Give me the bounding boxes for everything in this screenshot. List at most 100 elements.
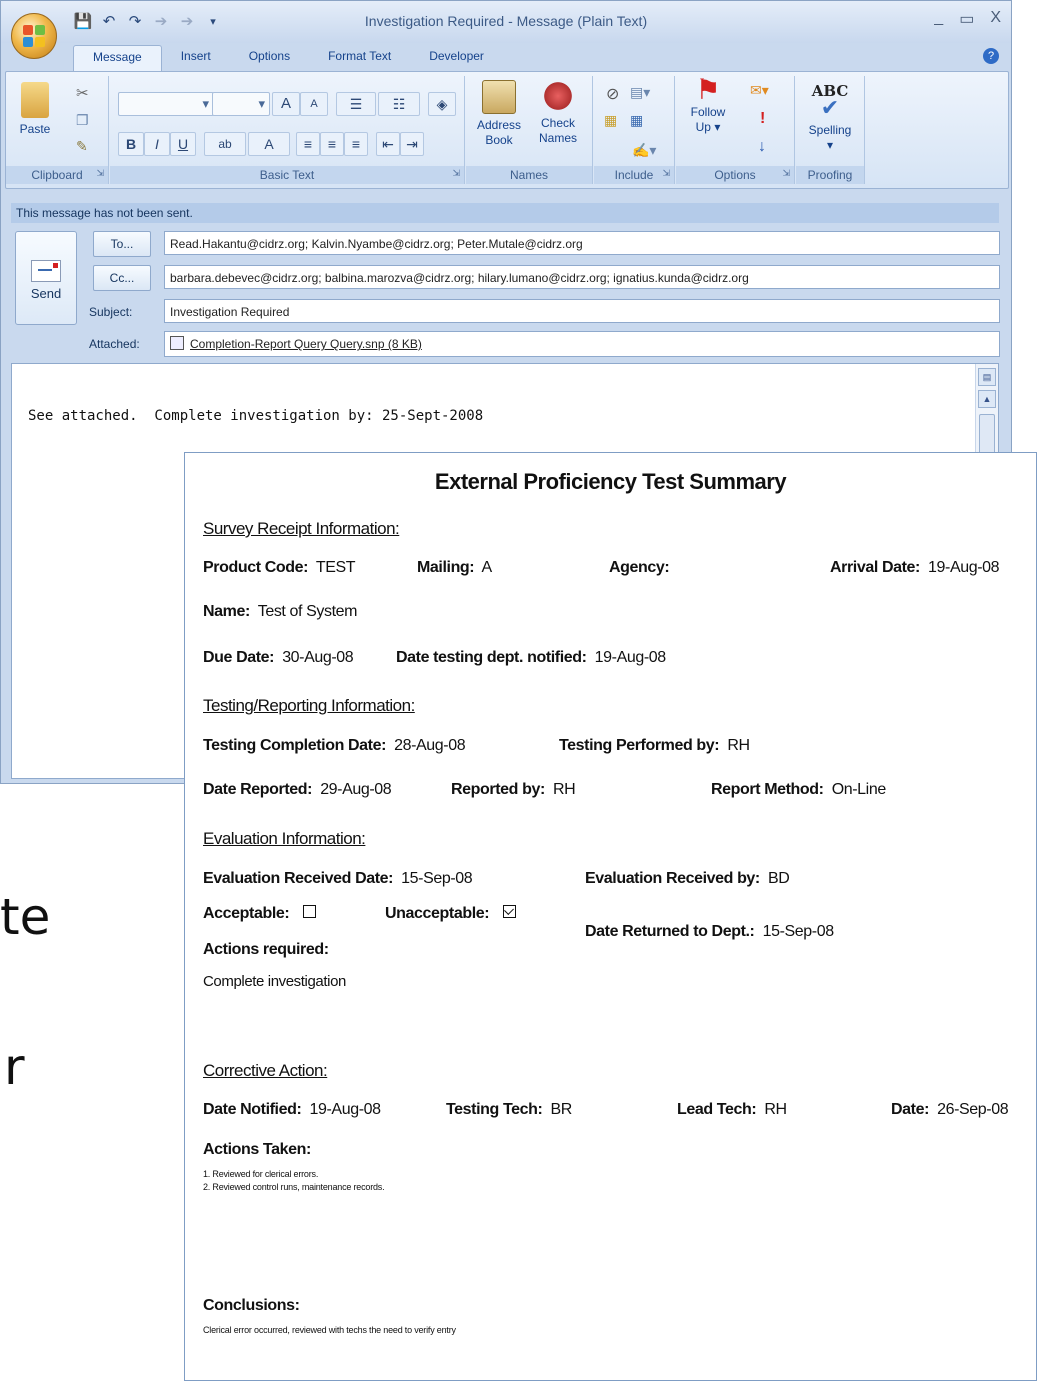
tab-format-text[interactable]: Format Text xyxy=(309,45,410,71)
ruler-toggle-icon[interactable]: ▤ xyxy=(978,368,996,386)
due-date-row: Due Date: 30-Aug-08 xyxy=(203,649,354,666)
tab-developer[interactable]: Developer xyxy=(410,45,503,71)
attach-file-icon[interactable]: ⊘ xyxy=(606,84,619,104)
highlight-button[interactable]: ab xyxy=(204,132,246,156)
window-controls: _ ▭ X xyxy=(934,9,1001,29)
font-name-box[interactable]: ▾ xyxy=(118,92,214,116)
cc-field[interactable]: barbara.debevec@cidrz.org; balbina.maroz… xyxy=(164,265,1000,289)
check-names-button[interactable]: Check Names xyxy=(530,80,586,146)
eval-by-row: Evaluation Received by: BD xyxy=(585,870,790,887)
dialog-launcher-icon[interactable]: ⇲ xyxy=(96,164,104,182)
subject-field[interactable]: Investigation Required xyxy=(164,299,1000,323)
attached-label: Attached: xyxy=(89,337,140,351)
align-right-icon[interactable]: ≡ xyxy=(344,132,368,156)
decrease-indent-icon[interactable]: ⇤ xyxy=(376,132,400,156)
subject-label: Subject: xyxy=(89,305,133,319)
low-importance-icon[interactable]: ↓ xyxy=(758,138,766,156)
font-color-button[interactable]: A xyxy=(248,132,290,156)
name-row: Name: Test of System xyxy=(203,603,358,620)
address-book-button[interactable]: Address Book xyxy=(472,80,526,148)
follow-up-flag-icon: ⚑ xyxy=(695,74,721,105)
names-group-label: Names xyxy=(466,166,592,184)
method-row: Report Method: On-Line xyxy=(711,781,886,798)
performed-row: Testing Performed by: RH xyxy=(559,737,750,754)
high-importance-icon[interactable]: ! xyxy=(760,110,765,128)
calendar-icon[interactable]: ▦ xyxy=(630,112,643,129)
attachment-link[interactable]: Completion-Report Query Query.snp (8 KB) xyxy=(190,337,422,351)
reported-by-row: Reported by: RH xyxy=(451,781,576,798)
bold-button[interactable]: B xyxy=(118,132,144,156)
ribbon: Paste ✂ ❐ ✎ Clipboard ⇲ ▾ ▾ A A ☰ ☷ ◈ B I… xyxy=(5,71,1009,189)
proofing-group-label: Proofing xyxy=(796,166,864,184)
names-group: Address Book Check Names Names xyxy=(466,76,593,184)
spelling-button[interactable]: ABC ✔ Spelling ▾ xyxy=(800,80,860,153)
format-painter-icon[interactable]: ✎ xyxy=(76,138,88,155)
info-bar: This message has not been sent. xyxy=(11,203,999,223)
scroll-up-icon[interactable]: ▲ xyxy=(978,390,996,408)
tab-insert[interactable]: Insert xyxy=(162,45,230,71)
minimize-button[interactable]: _ xyxy=(934,9,943,29)
categorize-icon[interactable]: ✉▾ xyxy=(750,82,769,99)
grow-font-button[interactable]: A xyxy=(272,92,300,116)
lead-tech-row: Lead Tech: RH xyxy=(677,1101,787,1118)
bullets-icon[interactable]: ☰ xyxy=(336,92,376,116)
basic-text-group: ▾ ▾ A A ☰ ☷ ◈ B I U ab A ≡ ≡ ≡ ⇤ ⇥ Basic… xyxy=(110,76,465,184)
completion-row: Testing Completion Date: 28-Aug-08 xyxy=(203,737,466,754)
numbering-icon[interactable]: ☷ xyxy=(378,92,420,116)
cut-icon[interactable]: ✂ xyxy=(76,84,89,102)
align-center-icon[interactable]: ≡ xyxy=(320,132,344,156)
report-snapshot: External Proficiency Test Summary Survey… xyxy=(184,452,1037,1381)
actions-required-text: Complete investigation xyxy=(203,973,346,990)
dialog-launcher-icon[interactable]: ⇲ xyxy=(452,164,460,182)
evaluation-heading: Evaluation Information: xyxy=(203,829,366,848)
italic-button[interactable]: I xyxy=(144,132,170,156)
business-card-icon[interactable]: ▦ xyxy=(604,112,617,129)
to-field[interactable]: Read.Hakantu@cidrz.org; Kalvin.Nyambe@ci… xyxy=(164,231,1000,255)
ribbon-tabs: Message Insert Options Format Text Devel… xyxy=(73,45,503,71)
to-button[interactable]: To... xyxy=(93,231,151,257)
include-group: ⊘ ▤▾ ▦ ▦ ✍▾ Include ⇲ xyxy=(594,76,675,184)
address-book-icon xyxy=(482,80,516,114)
attached-field: Completion-Report Query Query.snp (8 KB) xyxy=(164,331,1000,357)
acceptable-row: Acceptable: xyxy=(203,905,317,923)
office-logo-icon xyxy=(23,25,45,47)
action-item-1: 1. Reviewed for clerical errors. xyxy=(203,1169,319,1179)
help-icon[interactable]: ? xyxy=(983,48,999,64)
tab-message[interactable]: Message xyxy=(73,45,162,71)
attachment-file-icon xyxy=(170,336,184,350)
check-mark-icon: ✔ xyxy=(820,95,840,120)
arrival-row: Arrival Date: 19-Aug-08 xyxy=(830,559,1000,576)
close-button[interactable]: X xyxy=(990,9,1001,29)
agency-row: Agency: xyxy=(609,559,670,576)
font-size-box[interactable]: ▾ xyxy=(212,92,270,116)
proofing-group: ABC ✔ Spelling ▾ Proofing xyxy=(796,76,865,184)
scroll-thumb[interactable] xyxy=(979,414,995,456)
attach-item-icon[interactable]: ▤▾ xyxy=(630,84,650,101)
styles-icon[interactable]: ◈ xyxy=(428,92,456,116)
signature-icon[interactable]: ✍▾ xyxy=(632,142,656,159)
check-names-icon xyxy=(542,80,574,112)
window-title: Investigation Required - Message (Plain … xyxy=(364,13,648,29)
send-button[interactable]: Send xyxy=(15,231,77,325)
testing-tech-row: Testing Tech: BR xyxy=(446,1101,572,1118)
copy-icon[interactable]: ❐ xyxy=(76,112,89,129)
restore-button[interactable]: ▭ xyxy=(959,9,974,29)
dialog-launcher-icon[interactable]: ⇲ xyxy=(782,164,790,182)
underline-button[interactable]: U xyxy=(170,132,196,156)
options-group-label: Options ⇲ xyxy=(676,166,794,184)
tab-options[interactable]: Options xyxy=(230,45,309,71)
date-notified-row: Date Notified: 19-Aug-08 xyxy=(203,1101,381,1118)
dialog-launcher-icon[interactable]: ⇲ xyxy=(662,164,670,182)
align-left-icon[interactable]: ≡ xyxy=(296,132,320,156)
paste-button[interactable]: Paste xyxy=(14,82,56,137)
action-item-2: 2. Reviewed control runs, maintenance re… xyxy=(203,1182,385,1192)
actions-taken-label: Actions Taken: xyxy=(203,1141,311,1158)
date-row: Date: 26-Sep-08 xyxy=(891,1101,1009,1118)
office-button[interactable] xyxy=(11,13,57,59)
shrink-font-button[interactable]: A xyxy=(300,92,328,116)
conclusions-text: Clerical error occurred, reviewed with t… xyxy=(203,1325,456,1335)
increase-indent-icon[interactable]: ⇥ xyxy=(400,132,424,156)
cc-button[interactable]: Cc... xyxy=(93,265,151,291)
follow-up-button[interactable]: ⚑ Follow Up ▾ xyxy=(680,74,736,135)
actions-required-label: Actions required: xyxy=(203,941,329,958)
